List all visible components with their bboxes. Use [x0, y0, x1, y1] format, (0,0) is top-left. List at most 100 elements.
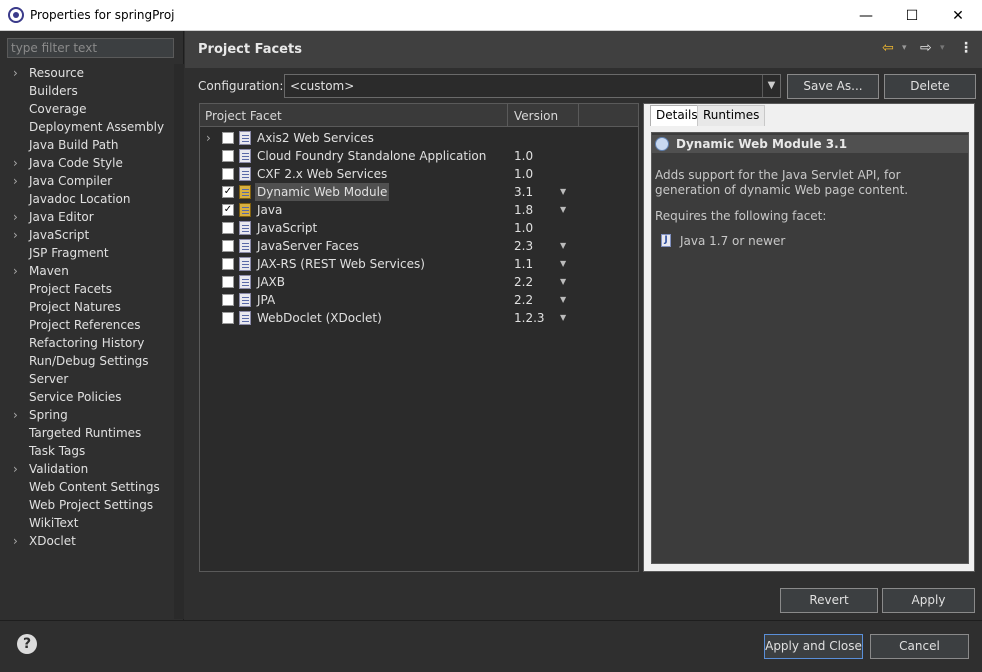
col-project-facet[interactable]: Project Facet — [205, 109, 282, 123]
facet-row[interactable]: JAXB 2.2 ▼ — [200, 273, 638, 291]
facet-version[interactable]: 1.2.3 — [514, 309, 545, 327]
chevron-right-icon[interactable]: › — [13, 154, 25, 172]
chevron-right-icon[interactable]: › — [13, 208, 25, 226]
forward-arrow-icon[interactable]: ⇨ — [920, 40, 932, 56]
tree-scrollbar[interactable] — [174, 64, 184, 619]
facet-row[interactable]: › Axis2 Web Services — [200, 129, 638, 147]
facet-row[interactable]: Cloud Foundry Standalone Application 1.0 — [200, 147, 638, 165]
sidebar-item[interactable]: › Java Code Style — [0, 154, 174, 172]
save-as-button[interactable]: Save As... — [787, 74, 879, 99]
sidebar-item[interactable]: Java Build Path — [0, 136, 174, 154]
version-dropdown-icon[interactable]: ▼ — [560, 183, 566, 201]
minimize-button[interactable]: — — [843, 0, 889, 31]
chevron-down-icon[interactable]: ▼ — [762, 75, 780, 97]
sidebar-item[interactable]: Project Facets — [0, 280, 174, 298]
tab-runtimes[interactable]: Runtimes — [697, 105, 766, 126]
facet-version[interactable]: 1.0 — [514, 165, 533, 183]
sidebar-item[interactable]: › JavaScript — [0, 226, 174, 244]
col-divider[interactable] — [507, 104, 508, 127]
sidebar-item[interactable]: Javadoc Location — [0, 190, 174, 208]
sidebar-item[interactable]: Project Natures — [0, 298, 174, 316]
facet-version[interactable]: 1.0 — [514, 147, 533, 165]
chevron-right-icon[interactable]: › — [13, 406, 25, 424]
tab-details[interactable]: Details — [650, 105, 704, 126]
version-dropdown-icon[interactable]: ▼ — [560, 291, 566, 309]
facet-checkbox[interactable]: ✓ — [222, 186, 234, 198]
delete-button[interactable]: Delete — [884, 74, 976, 99]
version-dropdown-icon[interactable]: ▼ — [560, 309, 566, 327]
chevron-right-icon[interactable]: › — [13, 64, 25, 82]
facet-checkbox[interactable] — [222, 312, 234, 324]
version-dropdown-icon[interactable]: ▼ — [560, 273, 566, 291]
facet-row[interactable]: ✓ Dynamic Web Module 3.1 ▼ — [200, 183, 638, 201]
sidebar-item[interactable]: › Maven — [0, 262, 174, 280]
chevron-right-icon[interactable]: › — [13, 172, 25, 190]
col-divider[interactable] — [578, 104, 579, 127]
sidebar-item[interactable]: WikiText — [0, 514, 174, 532]
facet-row[interactable]: JavaScript 1.0 — [200, 219, 638, 237]
facet-checkbox[interactable] — [222, 150, 234, 162]
kebab-menu-icon[interactable]: ⋮ — [959, 40, 973, 56]
facet-version[interactable]: 2.3 — [514, 237, 533, 255]
facet-row[interactable]: WebDoclet (XDoclet) 1.2.3 ▼ — [200, 309, 638, 327]
sidebar-item[interactable]: › XDoclet — [0, 532, 174, 550]
sidebar-item[interactable]: JSP Fragment — [0, 244, 174, 262]
apply-and-close-button[interactable]: Apply and Close — [764, 634, 863, 659]
facet-checkbox[interactable] — [222, 222, 234, 234]
help-icon[interactable]: ? — [17, 634, 37, 654]
revert-button[interactable]: Revert — [780, 588, 878, 613]
filter-input[interactable] — [7, 38, 174, 58]
sidebar-item[interactable]: › Resource — [0, 64, 174, 82]
facet-version[interactable]: 1.0 — [514, 219, 533, 237]
forward-menu-chevron-icon[interactable]: ▾ — [940, 43, 945, 53]
sidebar-item[interactable]: Web Project Settings — [0, 496, 174, 514]
sidebar-item[interactable]: › Spring — [0, 406, 174, 424]
facet-version[interactable]: 3.1 — [514, 183, 533, 201]
facet-checkbox[interactable] — [222, 294, 234, 306]
version-dropdown-icon[interactable]: ▼ — [560, 201, 566, 219]
sidebar-item[interactable]: Targeted Runtimes — [0, 424, 174, 442]
facet-checkbox[interactable] — [222, 240, 234, 252]
cancel-button[interactable]: Cancel — [870, 634, 969, 659]
sidebar-item[interactable]: Web Content Settings — [0, 478, 174, 496]
sidebar-item[interactable]: Server — [0, 370, 174, 388]
sidebar-item[interactable]: Deployment Assembly — [0, 118, 174, 136]
col-version[interactable]: Version — [514, 109, 558, 123]
chevron-right-icon[interactable]: › — [13, 262, 25, 280]
facet-version[interactable]: 2.2 — [514, 273, 533, 291]
sidebar-item[interactable]: › Java Compiler — [0, 172, 174, 190]
apply-button[interactable]: Apply — [882, 588, 975, 613]
maximize-button[interactable]: ☐ — [889, 0, 935, 31]
sidebar-item[interactable]: › Java Editor — [0, 208, 174, 226]
chevron-right-icon[interactable]: › — [13, 226, 25, 244]
facet-version[interactable]: 2.2 — [514, 291, 533, 309]
back-arrow-icon[interactable]: ⇦ — [882, 40, 894, 56]
facet-version[interactable]: 1.8 — [514, 201, 533, 219]
sidebar-item[interactable]: Coverage — [0, 100, 174, 118]
facet-row[interactable]: CXF 2.x Web Services 1.0 — [200, 165, 638, 183]
sidebar-item[interactable]: Refactoring History — [0, 334, 174, 352]
version-dropdown-icon[interactable]: ▼ — [560, 255, 566, 273]
facet-row[interactable]: JAX-RS (REST Web Services) 1.1 ▼ — [200, 255, 638, 273]
sidebar-item[interactable]: Service Policies — [0, 388, 174, 406]
facet-checkbox[interactable] — [222, 276, 234, 288]
chevron-right-icon[interactable]: › — [206, 129, 211, 147]
facet-row[interactable]: JavaServer Faces 2.3 ▼ — [200, 237, 638, 255]
close-button[interactable]: ✕ — [935, 0, 981, 31]
facet-row[interactable]: ✓ Java 1.8 ▼ — [200, 201, 638, 219]
sidebar-item[interactable]: Task Tags — [0, 442, 174, 460]
facet-checkbox[interactable] — [222, 258, 234, 270]
configuration-select[interactable]: <custom> ▼ — [284, 74, 781, 98]
chevron-right-icon[interactable]: › — [13, 460, 25, 478]
facet-checkbox[interactable] — [222, 168, 234, 180]
chevron-right-icon[interactable]: › — [13, 532, 25, 550]
sidebar-item[interactable]: › Validation — [0, 460, 174, 478]
sidebar-item[interactable]: Run/Debug Settings — [0, 352, 174, 370]
version-dropdown-icon[interactable]: ▼ — [560, 237, 566, 255]
sidebar-item[interactable]: Project References — [0, 316, 174, 334]
back-menu-chevron-icon[interactable]: ▾ — [902, 43, 907, 53]
facet-checkbox[interactable] — [222, 132, 234, 144]
sidebar-item[interactable]: Builders — [0, 82, 174, 100]
facet-row[interactable]: JPA 2.2 ▼ — [200, 291, 638, 309]
facet-version[interactable]: 1.1 — [514, 255, 533, 273]
